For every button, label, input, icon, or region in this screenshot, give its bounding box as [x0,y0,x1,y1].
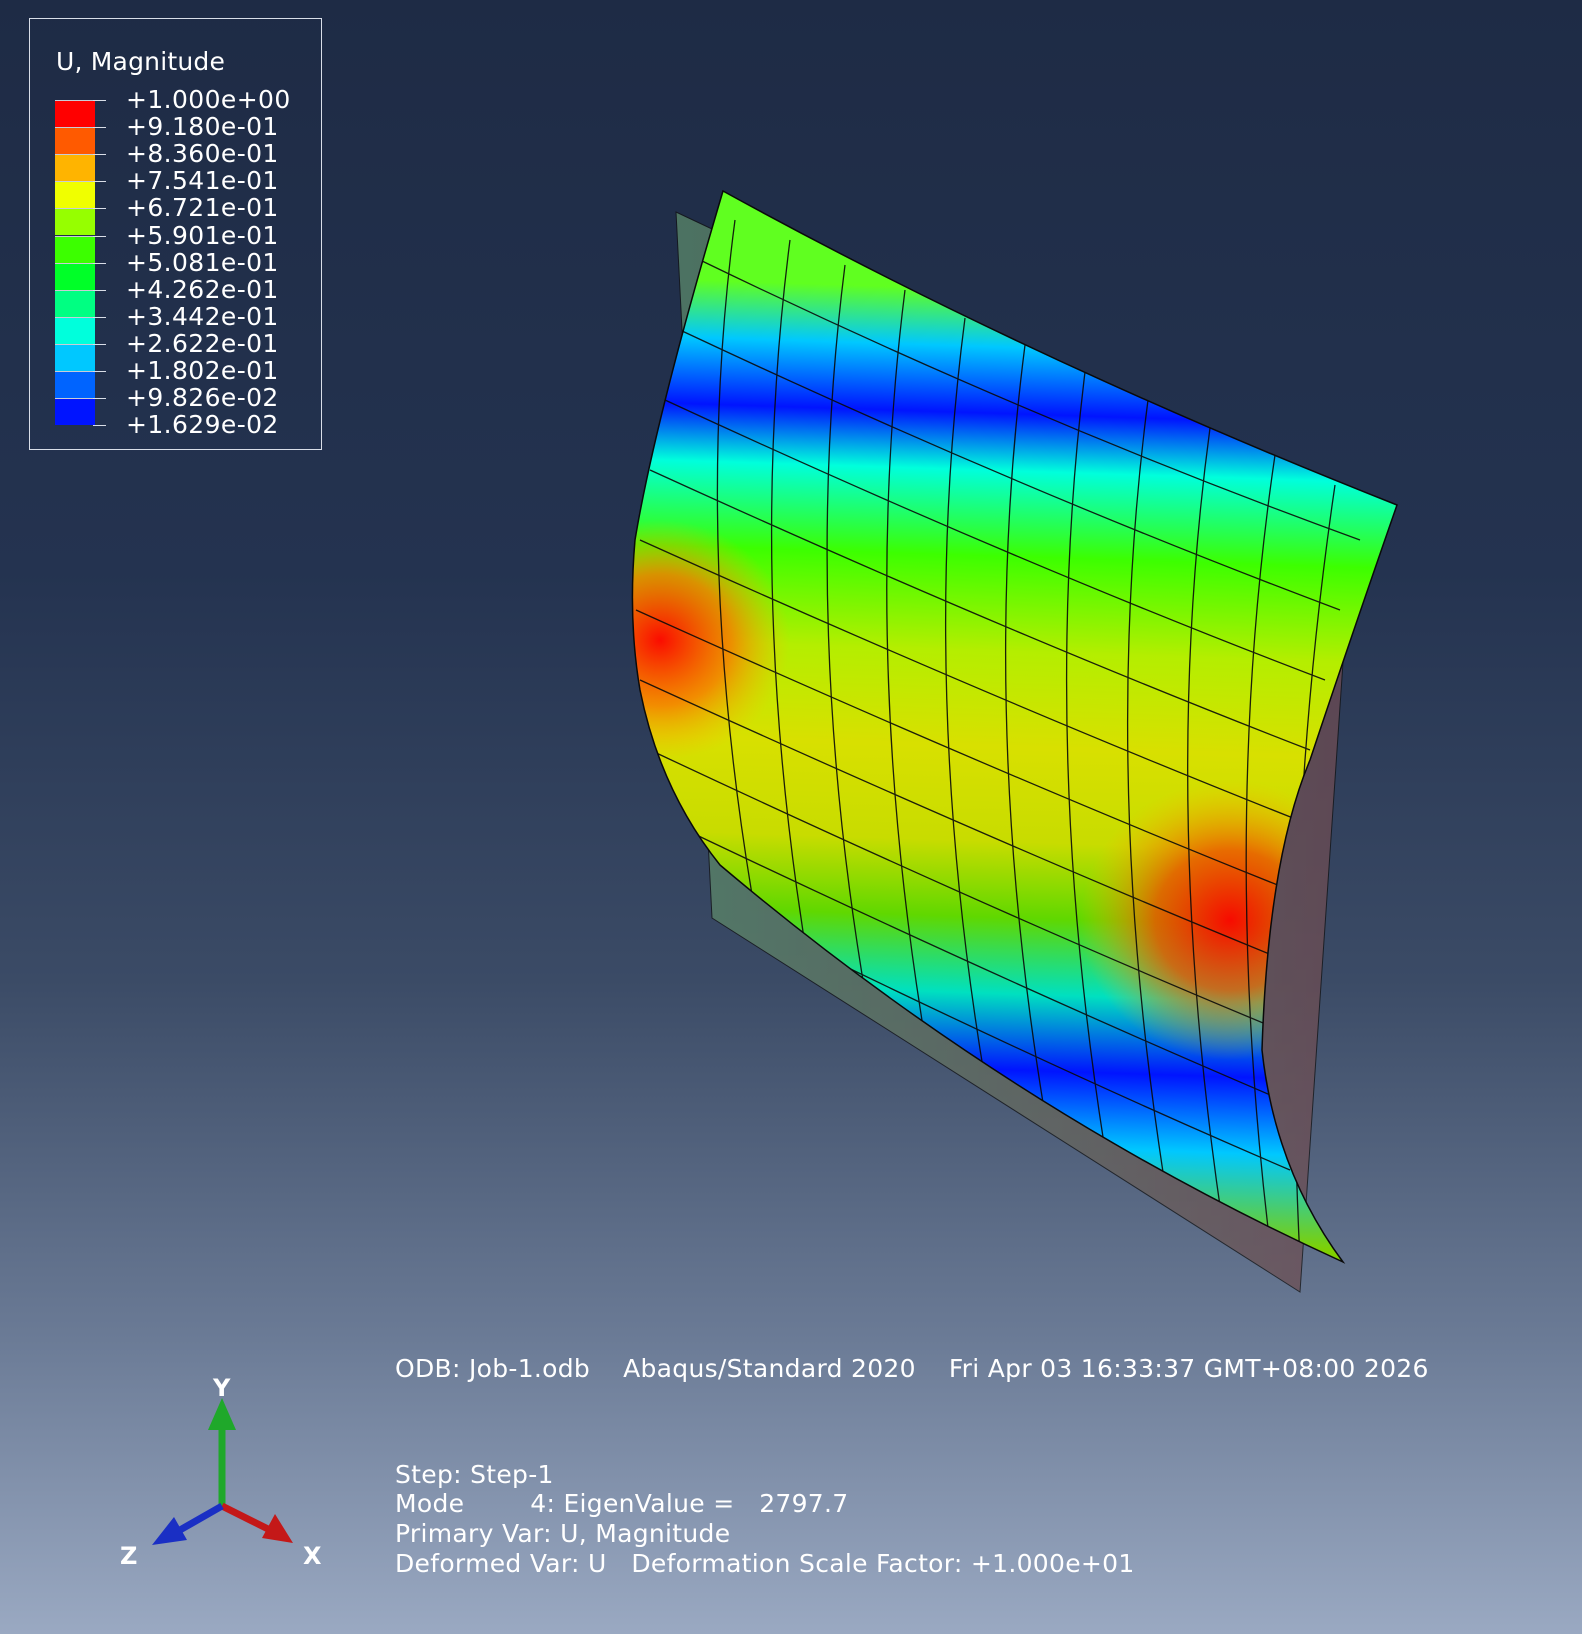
view-triad: Y Z X [120,1374,340,1580]
mode-line: Mode 4: EigenValue = 2797.7 [395,1489,849,1518]
y-axis-arrow-icon [208,1398,236,1430]
step-line: Step: Step-1 [395,1460,554,1489]
deformed-var-line: Deformed Var: U Deformation Scale Factor… [395,1549,1135,1578]
odb-info-line: ODB: Job-1.odb Abaqus/Standard 2020 Fri … [395,1354,1429,1383]
x-axis-label: X [303,1542,322,1570]
z-axis-label: Z [120,1542,138,1570]
primary-var-line: Primary Var: U, Magnitude [395,1519,731,1548]
y-axis-label: Y [213,1374,231,1402]
z-axis-arrow-icon [152,1517,187,1545]
